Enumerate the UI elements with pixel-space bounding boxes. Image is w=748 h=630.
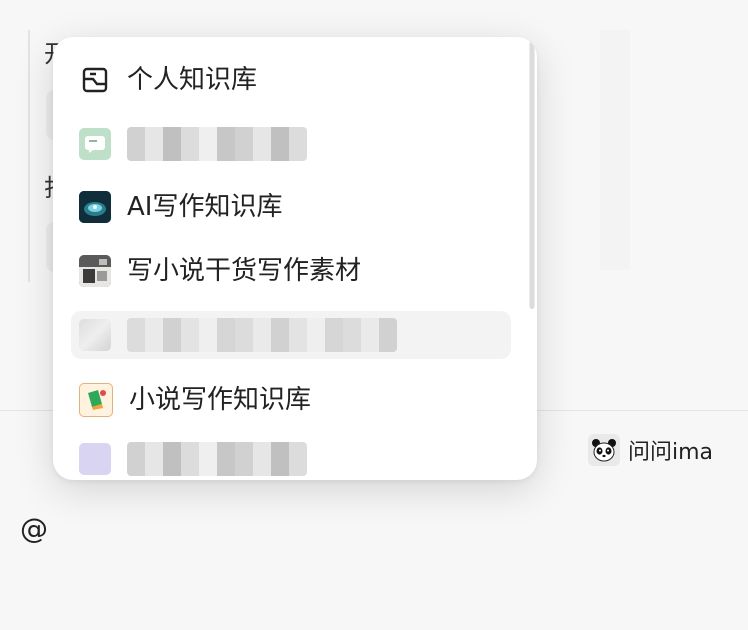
popup-scrollbar-thumb[interactable] <box>530 41 534 309</box>
kb-item-label: 写小说干货写作素材 <box>127 256 362 286</box>
kb-item-label: 小说写作知识库 <box>129 385 312 415</box>
background-panel <box>600 30 630 270</box>
ask-ima-button[interactable]: 问问ima <box>588 433 713 467</box>
kb-item-personal[interactable]: 个人知识库 <box>71 56 511 104</box>
kb-item-novel-material[interactable]: 写小说干货写作素材 <box>71 247 511 295</box>
kb-item-label: AI写作知识库 <box>127 192 283 222</box>
knowledge-base-outline-icon <box>79 64 111 96</box>
knowledge-base-popup: 个人知识库 AI写作知识库 写小说干货写作素材 小说写作知识库 <box>53 37 537 480</box>
obscured-icon <box>79 319 111 351</box>
kb-item-obscured[interactable] <box>71 120 511 168</box>
ask-ima-label: 问问ima <box>628 440 714 465</box>
chat-bubble-icon <box>79 128 111 160</box>
kb-item-obscured-hovered[interactable] <box>71 311 511 359</box>
composer-input[interactable]: @ <box>20 513 48 545</box>
kb-item-obscured[interactable] <box>71 435 511 480</box>
background-rule <box>28 30 30 282</box>
novel-cover-icon <box>79 255 111 287</box>
obscured-label <box>127 318 397 352</box>
obscured-label <box>127 127 307 161</box>
obscured-icon <box>79 443 111 475</box>
kb-item-label: 个人知识库 <box>127 65 258 95</box>
obscured-label <box>127 442 307 476</box>
panda-icon <box>588 434 620 466</box>
kb-item-ai-writing[interactable]: AI写作知识库 <box>71 183 511 231</box>
ai-writing-cover-icon <box>79 191 111 223</box>
novel-knowledge-cover-icon <box>79 383 113 417</box>
popup-scrollbar[interactable] <box>529 41 535 309</box>
kb-item-novel-knowledge[interactable]: 小说写作知识库 <box>71 376 511 424</box>
